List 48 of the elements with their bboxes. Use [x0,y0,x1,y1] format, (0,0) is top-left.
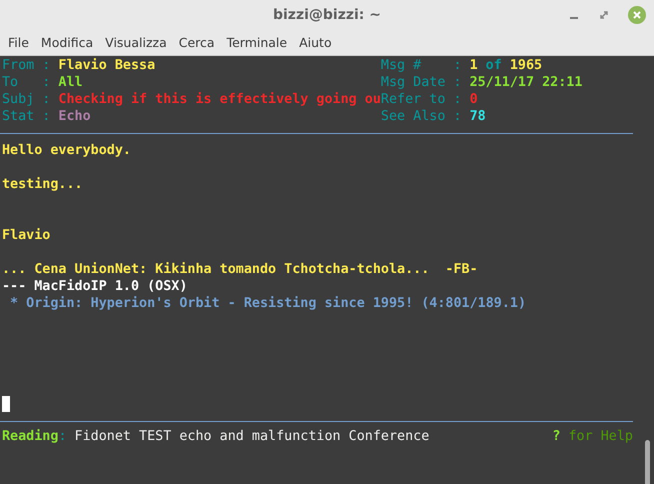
field-label: See Also [380,108,446,125]
field-separator: : [453,74,463,91]
menu-item[interactable]: File [2,35,35,50]
status-separator: : [58,429,66,444]
field-separator: : [453,57,463,74]
field-separator: : [42,57,52,74]
text-cursor [2,396,10,412]
field-label: From [2,57,36,74]
field-separator: : [42,108,52,125]
field-value: Echo [58,108,91,125]
tear-line: --- MacFidoIP 1.0 (OSX) [2,279,188,294]
message-line: testing... [2,177,83,192]
scrollbar-thumb[interactable] [645,440,650,484]
message-line: Flavio [2,228,50,243]
field-label: To [2,74,20,91]
field-separator: : [42,74,52,91]
field-separator: : [453,91,463,108]
field-value: Flavio Bessa [58,57,156,74]
field-value: 1965 [510,57,542,74]
field-value: 78 [470,108,486,125]
menu-item[interactable]: Modifica [34,35,100,50]
field-label: Msg # [380,57,422,74]
menu-item[interactable]: Terminale [220,35,294,50]
window-title: bizzi@bizzi: ~ [272,7,382,23]
area-name: Fidonet TEST echo and malfunction Conference [74,429,430,444]
field-separator: : [453,108,463,125]
maximize-icon[interactable] [598,9,610,21]
menu-item[interactable]: Cerca [172,35,221,50]
status-label: Reading [2,429,58,444]
menu-item[interactable]: Visualizza [99,35,173,50]
field-value: 0 [470,91,478,108]
field-label: Stat [2,108,36,125]
field-value: 1 [470,57,478,74]
menu-item[interactable]: Aiuto [293,35,338,50]
help-key: ? [552,429,560,444]
field-value: of [486,57,502,74]
field-label: Refer to [380,91,446,108]
field-separator: : [42,91,52,108]
field-value: Checking if this is effectively going ou [58,91,381,108]
field-label: Subj [2,91,36,108]
close-icon[interactable] [628,6,646,24]
field-value: All [58,74,83,91]
message-line: Hello everybody. [2,143,131,158]
help-hint: for Help [568,429,633,444]
message-line: ... Cena UnionNet: Kikinha tomando Tchotcha-tchola... -FB- [2,262,478,277]
field-value: 25/11/17 22:11 [470,74,582,91]
field-label: Msg Date [380,74,446,91]
origin-line: * Origin: Hyperion's Orbit - Resisting since 1995! (4:801/189.1) [9,296,526,311]
